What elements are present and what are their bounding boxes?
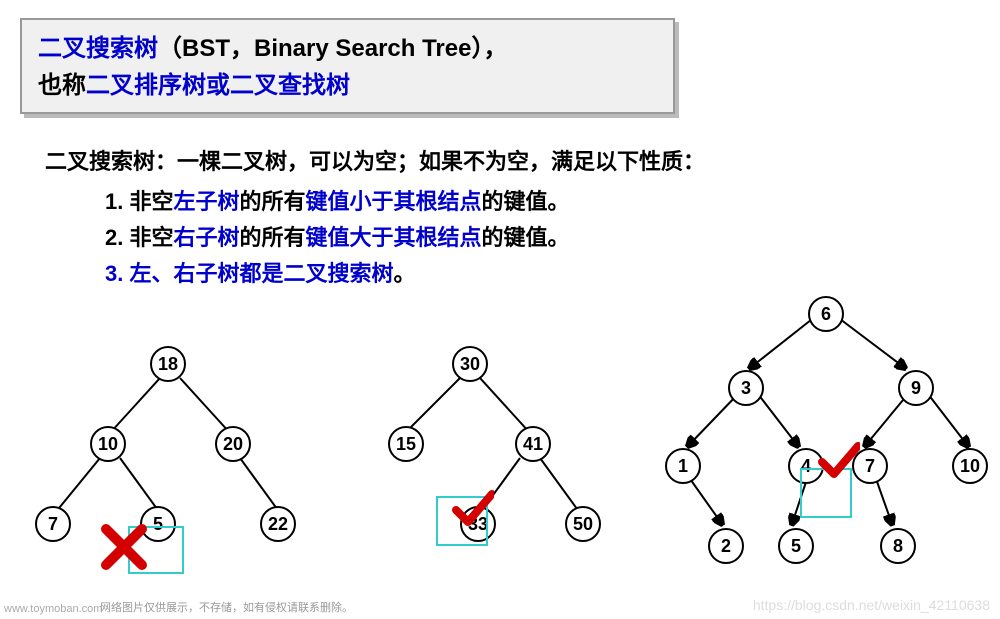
title-box: 二叉搜索树（BST，Binary Search Tree）， 也称二叉排序树或二… [20, 18, 675, 114]
tree2-node: 30 [452, 346, 488, 382]
prop-key: 键值大于其根结点 [306, 225, 482, 250]
prop-key: 右子树 [173, 225, 239, 250]
tree3-node: 7 [852, 448, 888, 484]
prop-key: 左子树 [173, 189, 239, 214]
tree1-node: 10 [90, 426, 126, 462]
prop-key: 键值小于其根结点 [306, 189, 482, 214]
prop-text: 的键值。 [482, 225, 570, 250]
watermark-disclaimer: 网络图片仅供展示，不存储，如有侵权请联系删除。 [100, 599, 353, 615]
highlight-box [800, 468, 852, 518]
title-line2: 也称二叉排序树或二叉查找树 [38, 65, 657, 100]
tree3-node: 5 [778, 528, 814, 564]
title-suffix: （BST，Binary Search Tree）， [158, 35, 507, 62]
prop-num: 1. [105, 189, 129, 214]
tree1-node: 20 [215, 426, 251, 462]
prop-text: 的所有 [240, 225, 306, 250]
tree3-node: 1 [665, 448, 701, 484]
watermark-toymoban: www.toymoban.com [4, 603, 102, 615]
tree1-node: 7 [35, 506, 71, 542]
tree3-node: 9 [898, 370, 934, 406]
prop-text: 非空 [129, 225, 173, 250]
tree3-node: 10 [952, 448, 988, 484]
prop-text: 非空 [129, 189, 173, 214]
highlight-box [128, 526, 184, 574]
watermark-csdn: https://blog.csdn.net/weixin_42110638 [753, 597, 990, 613]
prop-text: 。 [393, 261, 415, 286]
prop-text: 的键值。 [482, 189, 570, 214]
tree3-node: 6 [808, 296, 844, 332]
tree1-node: 18 [150, 346, 186, 382]
prop-num: 2. [105, 225, 129, 250]
tree2-node: 41 [515, 426, 551, 462]
prop-text: 左、右子树都是二叉搜索树 [129, 261, 393, 286]
tree2-node: 15 [388, 426, 424, 462]
highlight-box [436, 496, 488, 546]
definition-text: 二叉搜索树：一棵二叉树，可以为空；如果不为空，满足以下性质： [45, 144, 960, 176]
trees-area: 18 10 20 7 5 22 30 15 41 33 50 6 3 9 1 4… [0, 328, 1000, 608]
property-2: 2. 非空右子树的所有键值大于其根结点的键值。 [105, 220, 1000, 252]
title-keyword: 二叉搜索树 [38, 35, 158, 62]
tree3-node: 3 [728, 370, 764, 406]
prop-num: 3. [105, 261, 129, 286]
title-prefix: 也称 [38, 72, 86, 99]
property-list: 1. 非空左子树的所有键值小于其根结点的键值。 2. 非空右子树的所有键值大于其… [105, 184, 1000, 288]
title-line1: 二叉搜索树（BST，Binary Search Tree）， [38, 28, 657, 63]
tree2-node: 50 [565, 506, 601, 542]
tree3-node: 8 [880, 528, 916, 564]
tree1-node: 22 [260, 506, 296, 542]
property-1: 1. 非空左子树的所有键值小于其根结点的键值。 [105, 184, 1000, 216]
property-3: 3. 左、右子树都是二叉搜索树。 [105, 256, 1000, 288]
tree3-edges [630, 286, 1000, 606]
title-aka: 二叉排序树或二叉查找树 [86, 72, 350, 99]
tree3-node: 2 [708, 528, 744, 564]
prop-text: 的所有 [240, 189, 306, 214]
